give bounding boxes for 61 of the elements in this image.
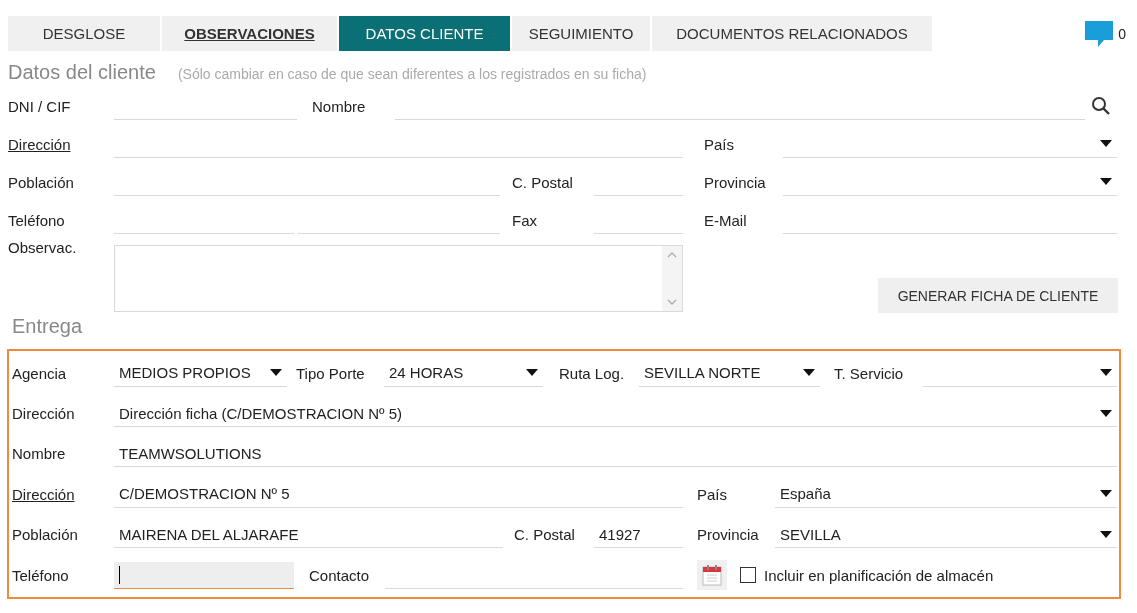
input-field[interactable]: MAIRENA DEL ALJARAFE [114, 521, 503, 549]
field-label: Población [12, 526, 79, 544]
dropdown[interactable]: MEDIOS PROPIOS [114, 359, 287, 387]
field-label: Dirección [12, 405, 76, 423]
field-label: C. Postal [513, 526, 576, 544]
input-field[interactable]: 41927 [594, 521, 683, 549]
dropdown[interactable]: SEVILLA NORTE [639, 359, 820, 387]
dropdown-caret-icon [1100, 178, 1112, 185]
field-label: Nombre [311, 97, 367, 115]
dropdown[interactable]: España [775, 480, 1117, 508]
speech-bubble-icon[interactable] [1084, 18, 1115, 49]
input-field[interactable]: TEAMWSOLUTIONS [114, 440, 1117, 468]
field-label: Provincia [696, 526, 760, 544]
field-label: E-Mail [703, 211, 748, 229]
field-label: Teléfono [8, 211, 66, 229]
dropdown-caret-icon [1100, 530, 1112, 538]
input-field[interactable]: C/DEMOSTRACION Nº 5 [114, 480, 683, 508]
dropdown[interactable]: SEVILLA [775, 521, 1117, 549]
field-label: C. Postal [511, 173, 574, 191]
tab[interactable]: DESGLOSE [8, 16, 160, 51]
dropdown[interactable]: 24 HORAS [384, 359, 543, 387]
dropdown-caret-icon [803, 369, 815, 377]
field-label: DNI / CIF [8, 97, 72, 115]
dropdown-caret-icon [526, 369, 538, 377]
dropdown-caret-icon [1100, 369, 1112, 377]
scroll-up-icon[interactable] [667, 252, 677, 258]
dropdown-caret-icon [1100, 490, 1112, 498]
input-field[interactable] [114, 561, 294, 589]
field-label: Observac. [8, 239, 78, 256]
text-area[interactable] [114, 245, 683, 312]
field-label-link[interactable]: Dirección [12, 485, 114, 503]
section-title: Entrega [11, 315, 83, 339]
calendar-button[interactable] [697, 560, 727, 591]
scroll-down-icon[interactable] [667, 299, 677, 305]
dropdown-caret-icon [1100, 140, 1112, 147]
field-label: Ruta Log. [558, 364, 626, 382]
field-label: Fax [511, 211, 538, 229]
field-label: Tipo Porte [295, 364, 366, 382]
dropdown-caret-icon [1100, 409, 1112, 417]
field-label: Teléfono [12, 566, 70, 584]
checkbox-square[interactable] [740, 567, 756, 584]
tab[interactable]: SEGUIMIENTO [512, 16, 650, 51]
section-title: Datos del cliente [8, 61, 156, 84]
field-label: Población [8, 173, 75, 191]
tab[interactable]: OBSERVACIONES [162, 16, 337, 51]
field-label: Nombre [12, 445, 67, 463]
tab[interactable]: DOCUMENTOS RELACIONADOS [652, 16, 932, 51]
field-label: Provincia [703, 173, 767, 191]
comment-count: 0 [1118, 25, 1126, 42]
field-label-link[interactable]: Dirección [8, 135, 114, 153]
search-icon[interactable] [1091, 96, 1111, 116]
field-label: País [696, 485, 728, 503]
generate-button[interactable]: GENERAR FICHA DE CLIENTE [878, 278, 1118, 313]
field-label: T. Servicio [833, 364, 905, 382]
field-label: Agencia [12, 364, 68, 382]
dropdown[interactable]: Dirección ficha (C/DEMOSTRACION Nº 5) [114, 400, 1117, 428]
field-label: País [703, 135, 735, 153]
dropdown-caret-icon [270, 369, 282, 377]
field-label: Contacto [308, 566, 371, 584]
tab[interactable]: DATOS CLIENTE [339, 16, 510, 51]
section-note: (Sólo cambiar en caso de que sean diferentes a los registrados en su ficha) [177, 66, 647, 82]
